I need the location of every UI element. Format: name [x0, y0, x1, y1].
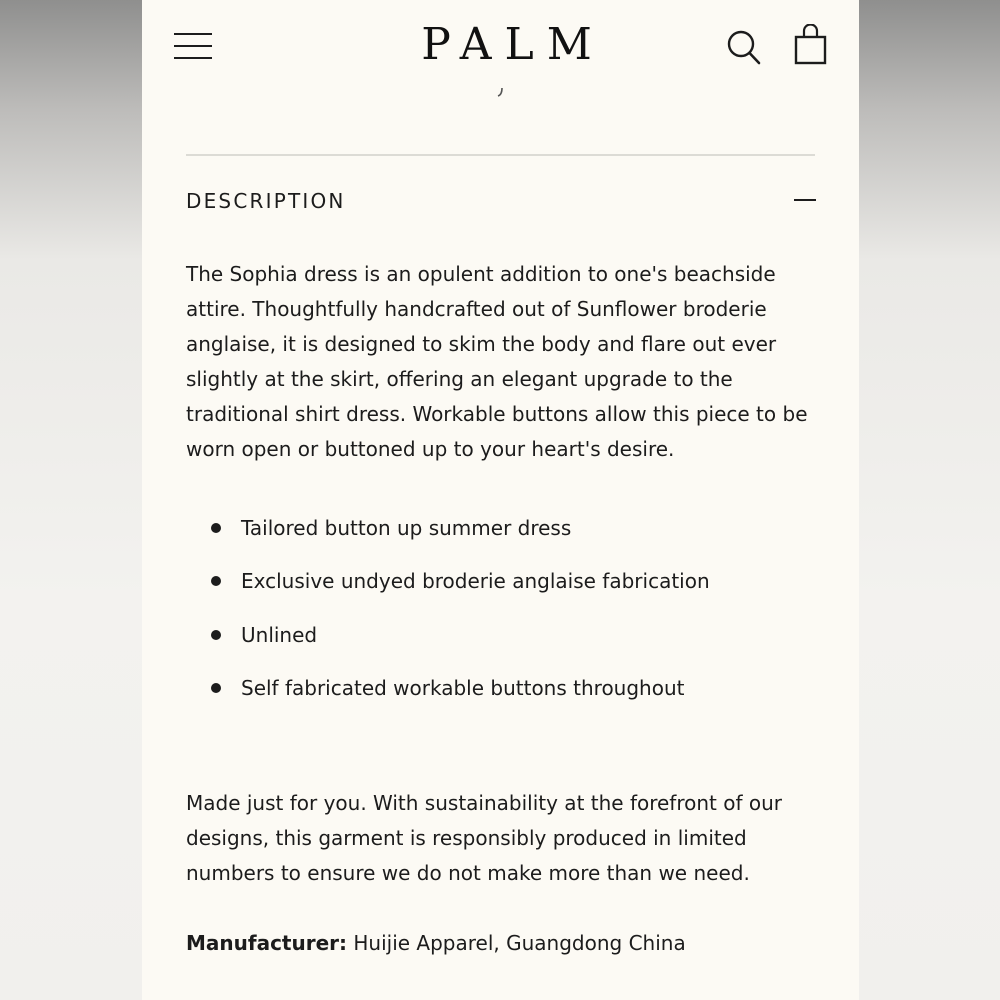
search-icon[interactable]	[726, 28, 764, 68]
bullet-dot	[211, 523, 221, 533]
list-item: Tailored button up summer dress	[186, 510, 826, 563]
shopping-bag-icon[interactable]	[792, 23, 830, 66]
feature-text: Exclusive undyed broderie anglaise fabri…	[241, 569, 710, 594]
manufacturer-label: Manufacturer:	[186, 931, 348, 955]
manufacturer-value: Huijie Apparel, Guangdong China	[353, 931, 686, 955]
menu-line	[174, 45, 212, 47]
bullet-dot	[211, 629, 221, 640]
description-body: The Sophia dress is an opulent addition …	[186, 262, 808, 461]
feature-text: Unlined	[241, 622, 318, 647]
list-item: Unlined	[186, 617, 826, 670]
minus-line	[794, 199, 816, 201]
brand-logo[interactable]: PALM	[400, 18, 613, 72]
sustainability-text: Made just for you. With sustainability a…	[186, 791, 783, 885]
clipped-text-fragment	[497, 82, 505, 97]
bullet-dot	[211, 682, 221, 693]
menu-line	[174, 33, 212, 35]
site-header: PALM	[142, 0, 859, 100]
menu-line	[174, 57, 212, 59]
manufacturer-info: Manufacturer: Huijie Apparel, Guangdong …	[186, 926, 826, 961]
hamburger-menu-icon[interactable]	[174, 32, 212, 60]
section-divider	[186, 154, 815, 156]
list-item: Self fabricated workable buttons through…	[186, 670, 826, 723]
product-page: PALM DESCRIPTION The Sophia dress is an …	[142, 0, 859, 1000]
minus-collapse-icon[interactable]	[792, 190, 820, 212]
feature-list: Tailored button up summer dress Exclusiv…	[186, 510, 826, 723]
list-item: Exclusive undyed broderie anglaise fabri…	[186, 563, 826, 616]
feature-text: Self fabricated workable buttons through…	[241, 675, 685, 700]
feature-text: Tailored button up summer dress	[241, 516, 572, 540]
description-heading[interactable]: DESCRIPTION	[186, 188, 346, 214]
bullet-dot	[211, 576, 221, 587]
